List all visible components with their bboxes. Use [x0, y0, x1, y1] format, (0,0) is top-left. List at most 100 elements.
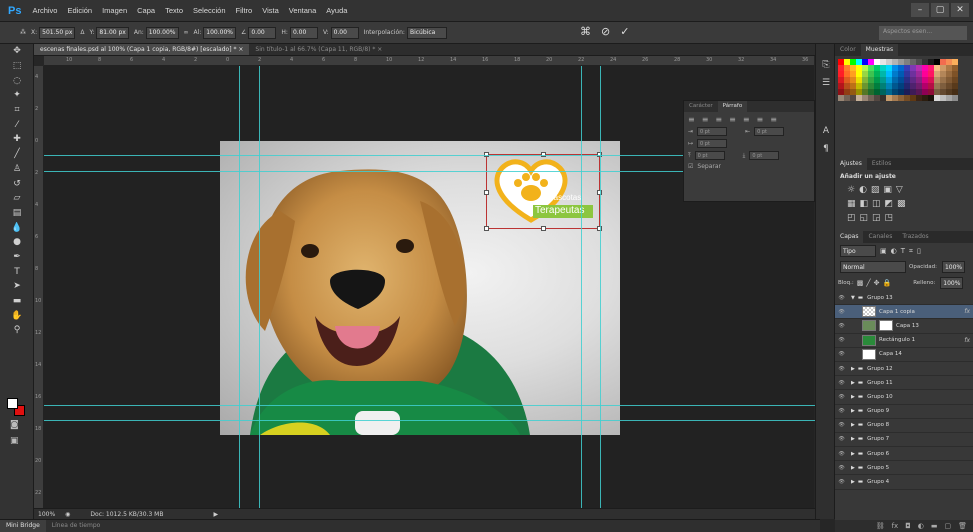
- maximize-button[interactable]: ▢: [931, 3, 949, 17]
- interpolation-select[interactable]: Bicúbica: [406, 26, 447, 39]
- eraser-tool-icon[interactable]: ▱: [0, 191, 34, 206]
- tab-styles[interactable]: Estilos: [867, 158, 896, 170]
- quick-mask-icon[interactable]: ◙: [10, 420, 19, 430]
- transform-handle[interactable]: [484, 190, 489, 195]
- crop-tool-icon[interactable]: ⌗: [0, 103, 34, 118]
- status-info-icon[interactable]: ◉: [65, 511, 70, 518]
- layer-row[interactable]: 👁 ▶ ▬ Grupo 6: [835, 447, 973, 462]
- marquee-tool-icon[interactable]: ⬚: [0, 59, 34, 74]
- guide-vertical[interactable]: [581, 66, 582, 508]
- reference-point-icon[interactable]: ⁂: [20, 29, 26, 36]
- layer-row[interactable]: 👁 Capa 1 copia fx: [835, 305, 973, 320]
- justify-last-right-icon[interactable]: ≡: [757, 115, 764, 124]
- tab-timeline[interactable]: Línea de tiempo: [46, 520, 107, 532]
- hand-tool-icon[interactable]: ✋: [0, 308, 34, 323]
- tab-caracter[interactable]: Carácter: [684, 101, 718, 112]
- layer-row[interactable]: 👁 ▶ ▬ Grupo 4: [835, 475, 973, 490]
- new-group-icon[interactable]: ▬: [931, 522, 938, 530]
- transform-bounding-box[interactable]: Mascotas Terapeutas: [484, 152, 602, 231]
- layer-row[interactable]: 👁 ▶ ▬ Grupo 5: [835, 461, 973, 476]
- visibility-eye-icon[interactable]: 👁: [835, 451, 848, 457]
- layer-mask-thumbnail[interactable]: [879, 320, 893, 332]
- cancel-transform-icon[interactable]: ⊘: [601, 25, 610, 38]
- layer-effects-icon[interactable]: fx: [964, 337, 970, 344]
- tab-parrafo[interactable]: Párrafo: [717, 101, 748, 112]
- lasso-tool-icon[interactable]: ◌: [0, 73, 34, 88]
- properties-panel-icon[interactable]: ☰: [816, 74, 836, 92]
- tab-sin-titulo-1[interactable]: Sin título-1 al 66.7% (Capa 11, RGB/8) *…: [249, 44, 388, 55]
- y-field[interactable]: 81.00 px: [96, 26, 129, 39]
- layer-row[interactable]: 👁 ▶ ▬ Grupo 7: [835, 433, 973, 448]
- guide-vertical[interactable]: [600, 66, 601, 508]
- menu-edicion[interactable]: Edición: [62, 6, 97, 15]
- swatch[interactable]: [952, 89, 958, 95]
- x-field[interactable]: 501.50 px: [39, 26, 76, 39]
- tab-swatches[interactable]: Muestras: [860, 44, 899, 56]
- horizontal-ruler[interactable]: 10 8 6 4 2 0 2 4 6 8 10 12 14 16 18 20 22 24 26 28 30 32 34 36: [44, 56, 814, 66]
- minimize-button[interactable]: –: [911, 3, 929, 17]
- menu-capa[interactable]: Capa: [132, 6, 160, 15]
- paragraph-panel-icon[interactable]: ¶: [816, 140, 836, 158]
- adjustment-icons-row-1[interactable]: ☼◐▨▣▽: [835, 183, 973, 197]
- group-toggle-icon[interactable]: ▼: [851, 295, 855, 301]
- guide-vertical[interactable]: [239, 66, 240, 508]
- menu-filtro[interactable]: Filtro: [231, 6, 258, 15]
- history-brush-tool-icon[interactable]: ↺: [0, 176, 34, 191]
- indent-right-field[interactable]: 0 pt: [754, 127, 785, 136]
- swatches-grid[interactable]: [838, 59, 970, 101]
- visibility-eye-icon[interactable]: 👁: [835, 380, 848, 386]
- menu-seleccion[interactable]: Selección: [188, 6, 231, 15]
- menu-vista[interactable]: Vista: [257, 6, 284, 15]
- layer-row[interactable]: 👁 Capa 14: [835, 348, 973, 362]
- group-toggle-icon[interactable]: ▶: [851, 451, 855, 457]
- link-layers-icon[interactable]: ⛓: [876, 522, 885, 530]
- layer-filter-icons[interactable]: ▣◐T⌗▯: [880, 247, 925, 256]
- close-button[interactable]: ✕: [951, 3, 969, 17]
- delta-icon[interactable]: Δ: [80, 29, 84, 36]
- visibility-eye-icon[interactable]: 👁: [835, 465, 848, 471]
- menu-ayuda[interactable]: Ayuda: [321, 6, 352, 15]
- tab-color[interactable]: Color: [835, 44, 861, 56]
- visibility-eye-icon[interactable]: 👁: [835, 309, 848, 315]
- transform-handle[interactable]: [484, 226, 489, 231]
- dodge-tool-icon[interactable]: ●: [0, 235, 34, 250]
- add-mask-icon[interactable]: ◘: [905, 522, 911, 530]
- visibility-eye-icon[interactable]: 👁: [835, 351, 848, 357]
- angle-field[interactable]: 0.00: [248, 26, 277, 39]
- tab-paths[interactable]: Trazados: [897, 231, 933, 243]
- layer-row[interactable]: 👁 ▶ ▬ Grupo 12: [835, 362, 973, 377]
- menu-archivo[interactable]: Archivo: [27, 6, 62, 15]
- layer-row[interactable]: 👁 ▶ ▬ Grupo 9: [835, 405, 973, 419]
- space-after-field[interactable]: 0 pt: [749, 151, 780, 160]
- foreground-color-swatch[interactable]: [7, 398, 18, 409]
- magic-wand-tool-icon[interactable]: ✦: [0, 88, 34, 103]
- group-toggle-icon[interactable]: ▶: [851, 422, 855, 428]
- visibility-eye-icon[interactable]: 👁: [835, 408, 848, 414]
- vertical-ruler[interactable]: 4 2 0 2 4 6 8 10 12 14 16 18 20 22: [34, 66, 44, 508]
- align-right-icon[interactable]: ≡: [715, 115, 722, 124]
- guide-horizontal[interactable]: [44, 171, 684, 172]
- status-menu-arrow-icon[interactable]: ▶: [213, 511, 218, 518]
- justify-last-center-icon[interactable]: ≡: [743, 115, 750, 124]
- hyphenate-checkbox[interactable]: ☑: [688, 163, 693, 170]
- indent-first-field[interactable]: 0 pt: [697, 139, 728, 148]
- adjustment-icons-row-3[interactable]: ◰◱◲◳: [835, 211, 973, 225]
- guide-horizontal[interactable]: [44, 420, 815, 421]
- layer-row[interactable]: 👁 ▶ ▬ Grupo 11: [835, 376, 973, 391]
- justify-all-icon[interactable]: ≡: [770, 115, 777, 124]
- visibility-eye-icon[interactable]: 👁: [835, 337, 848, 343]
- group-toggle-icon[interactable]: ▶: [851, 436, 855, 442]
- group-toggle-icon[interactable]: ▶: [851, 408, 855, 414]
- group-toggle-icon[interactable]: ▶: [851, 465, 855, 471]
- align-left-icon[interactable]: ≡: [688, 115, 695, 124]
- pen-tool-icon[interactable]: ✒: [0, 250, 34, 265]
- blur-tool-icon[interactable]: 💧: [0, 220, 34, 235]
- visibility-eye-icon[interactable]: 👁: [835, 394, 848, 400]
- tab-channels[interactable]: Canales: [863, 231, 897, 243]
- shape-tool-icon[interactable]: ▬: [0, 294, 34, 309]
- eyedropper-tool-icon[interactable]: ⁄: [0, 117, 34, 132]
- align-center-icon[interactable]: ≡: [702, 115, 709, 124]
- blend-mode-select[interactable]: Normal: [840, 261, 906, 273]
- screen-mode-icon[interactable]: ▣: [10, 436, 19, 446]
- history-panel-icon[interactable]: ⎘: [816, 56, 836, 74]
